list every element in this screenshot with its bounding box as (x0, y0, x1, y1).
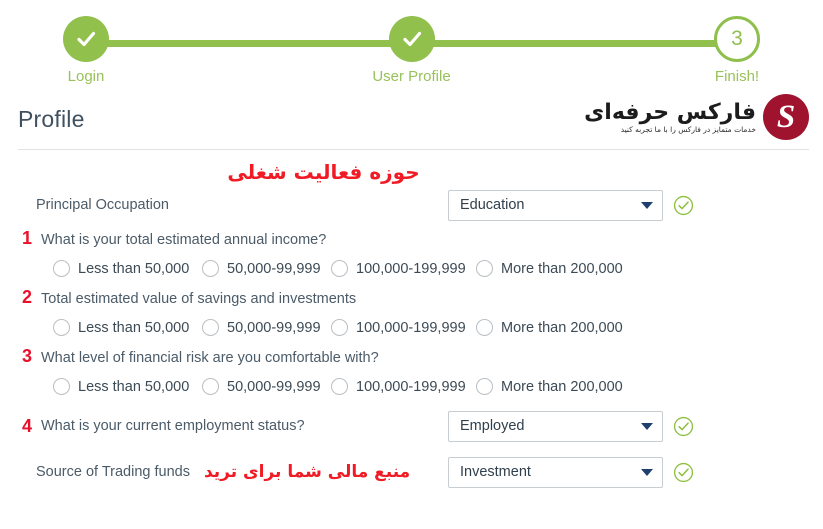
question-2: 2 Total estimated value of savings and i… (18, 287, 809, 344)
question-1-option-0-label: Less than 50,000 (78, 260, 190, 277)
step-finish-number: 3 (731, 27, 743, 50)
question-2-option-2[interactable]: 100,000-199,999 (331, 319, 476, 336)
page-header: Profile S فارکس حرفه‌ای خدمات متمایز در … (0, 92, 823, 154)
step-login-bubble[interactable] (63, 16, 109, 62)
step-finish[interactable]: 3 Finish! (693, 16, 781, 85)
field-principal-occupation: Principal Occupation Education (18, 184, 809, 226)
field-employment-status: 4 What is your current employment status… (18, 403, 809, 449)
brand-tagline: خدمات متمایز در فارکس را با ما تجربه کنی… (620, 124, 756, 134)
question-3-option-2[interactable]: 100,000-199,999 (331, 378, 476, 395)
progress-stepper: Login User Profile 3 Finish! (0, 0, 823, 92)
question-2-option-1-label: 50,000-99,999 (227, 319, 321, 336)
source-of-trading-funds-note-persian: منبع مالی شما برای ترید (203, 462, 411, 482)
question-2-number: 2 (21, 287, 32, 307)
radio-icon[interactable] (331, 378, 348, 395)
employment-status-label: What is your current employment status? (41, 418, 305, 434)
question-2-text: Total estimated value of savings and inv… (41, 291, 357, 307)
check-circle-icon (673, 462, 694, 483)
source-of-trading-funds-value: Investment (460, 464, 531, 480)
radio-icon[interactable] (202, 319, 219, 336)
step-login-label: Login (67, 68, 105, 85)
radio-icon[interactable] (53, 319, 70, 336)
principal-occupation-label: Principal Occupation (36, 197, 169, 213)
radio-icon[interactable] (476, 260, 493, 277)
brand-logo: S فارکس حرفه‌ای خدمات متمایز در فارکس را… (584, 94, 809, 140)
question-2-options: Less than 50,000 50,000-99,999 100,000-1… (18, 311, 809, 344)
question-1-option-1-label: 50,000-99,999 (227, 260, 321, 277)
brand-logo-mark-icon: S (763, 94, 809, 140)
profile-form: حوزه فعالیت شغلی Principal Occupation Ed… (0, 160, 823, 495)
question-3-option-0[interactable]: Less than 50,000 (53, 378, 202, 395)
check-icon (402, 31, 421, 47)
brand-name: فارکس حرفه‌ای (584, 99, 756, 125)
radio-icon[interactable] (331, 260, 348, 277)
radio-icon[interactable] (202, 378, 219, 395)
employment-status-select[interactable]: Employed (448, 410, 663, 442)
question-4-number: 4 (21, 415, 32, 436)
brand-logo-mark-letter: S (776, 98, 796, 135)
step-login[interactable]: Login (42, 16, 130, 85)
question-3-option-3-label: More than 200,000 (501, 378, 623, 395)
source-of-trading-funds-select[interactable]: Investment (448, 456, 663, 488)
principal-occupation-value: Education (460, 197, 525, 213)
step-user-profile[interactable]: User Profile (368, 16, 456, 85)
chevron-down-icon[interactable] (641, 201, 653, 209)
check-circle-icon (673, 416, 694, 437)
question-3-option-1[interactable]: 50,000-99,999 (202, 378, 331, 395)
question-2-option-3[interactable]: More than 200,000 (476, 319, 623, 336)
question-3-text: What level of financial risk are you com… (41, 350, 379, 366)
question-2-option-3-label: More than 200,000 (501, 319, 623, 336)
question-3-number: 3 (21, 346, 32, 366)
field-source-of-trading-funds: Source of Trading funds منبع مالی شما بر… (18, 449, 809, 495)
question-3-option-3[interactable]: More than 200,000 (476, 378, 623, 395)
source-of-trading-funds-label: Source of Trading funds (36, 464, 190, 480)
radio-icon[interactable] (476, 378, 493, 395)
radio-icon[interactable] (331, 319, 348, 336)
question-1-number: 1 (21, 228, 32, 248)
employment-status-value: Employed (460, 418, 525, 434)
question-2-option-0[interactable]: Less than 50,000 (53, 319, 202, 336)
question-1-option-0[interactable]: Less than 50,000 (53, 260, 202, 277)
radio-icon[interactable] (476, 319, 493, 336)
chevron-down-icon[interactable] (641, 422, 653, 430)
step-finish-label: Finish! (714, 68, 760, 85)
question-1: 1 What is your total estimated annual in… (18, 228, 809, 285)
question-3-option-2-label: 100,000-199,999 (356, 378, 466, 395)
question-1-option-3[interactable]: More than 200,000 (476, 260, 623, 277)
principal-occupation-select[interactable]: Education (448, 189, 663, 221)
question-1-option-2[interactable]: 100,000-199,999 (331, 260, 476, 277)
step-user-profile-label: User Profile (372, 68, 451, 85)
radio-icon[interactable] (53, 260, 70, 277)
question-1-options: Less than 50,000 50,000-99,999 100,000-1… (18, 252, 809, 285)
radio-icon[interactable] (53, 378, 70, 395)
check-circle-icon (673, 195, 694, 216)
question-3: 3 What level of financial risk are you c… (18, 346, 809, 403)
step-finish-bubble[interactable]: 3 (714, 16, 760, 62)
question-2-option-2-label: 100,000-199,999 (356, 319, 466, 336)
question-2-option-0-label: Less than 50,000 (78, 319, 190, 336)
question-1-option-1[interactable]: 50,000-99,999 (202, 260, 331, 277)
check-icon (77, 31, 96, 47)
question-3-option-0-label: Less than 50,000 (78, 378, 190, 395)
question-3-options: Less than 50,000 50,000-99,999 100,000-1… (18, 370, 809, 403)
question-1-option-3-label: More than 200,000 (501, 260, 623, 277)
section-heading-persian: حوزه فعالیت شغلی (227, 160, 420, 184)
radio-icon[interactable] (202, 260, 219, 277)
chevron-down-icon[interactable] (641, 468, 653, 476)
header-divider (18, 149, 809, 150)
question-2-option-1[interactable]: 50,000-99,999 (202, 319, 331, 336)
page-title: Profile (18, 106, 85, 132)
question-1-text: What is your total estimated annual inco… (41, 232, 327, 248)
question-1-option-2-label: 100,000-199,999 (356, 260, 466, 277)
step-user-profile-bubble[interactable] (388, 16, 435, 62)
question-3-option-1-label: 50,000-99,999 (227, 378, 321, 395)
